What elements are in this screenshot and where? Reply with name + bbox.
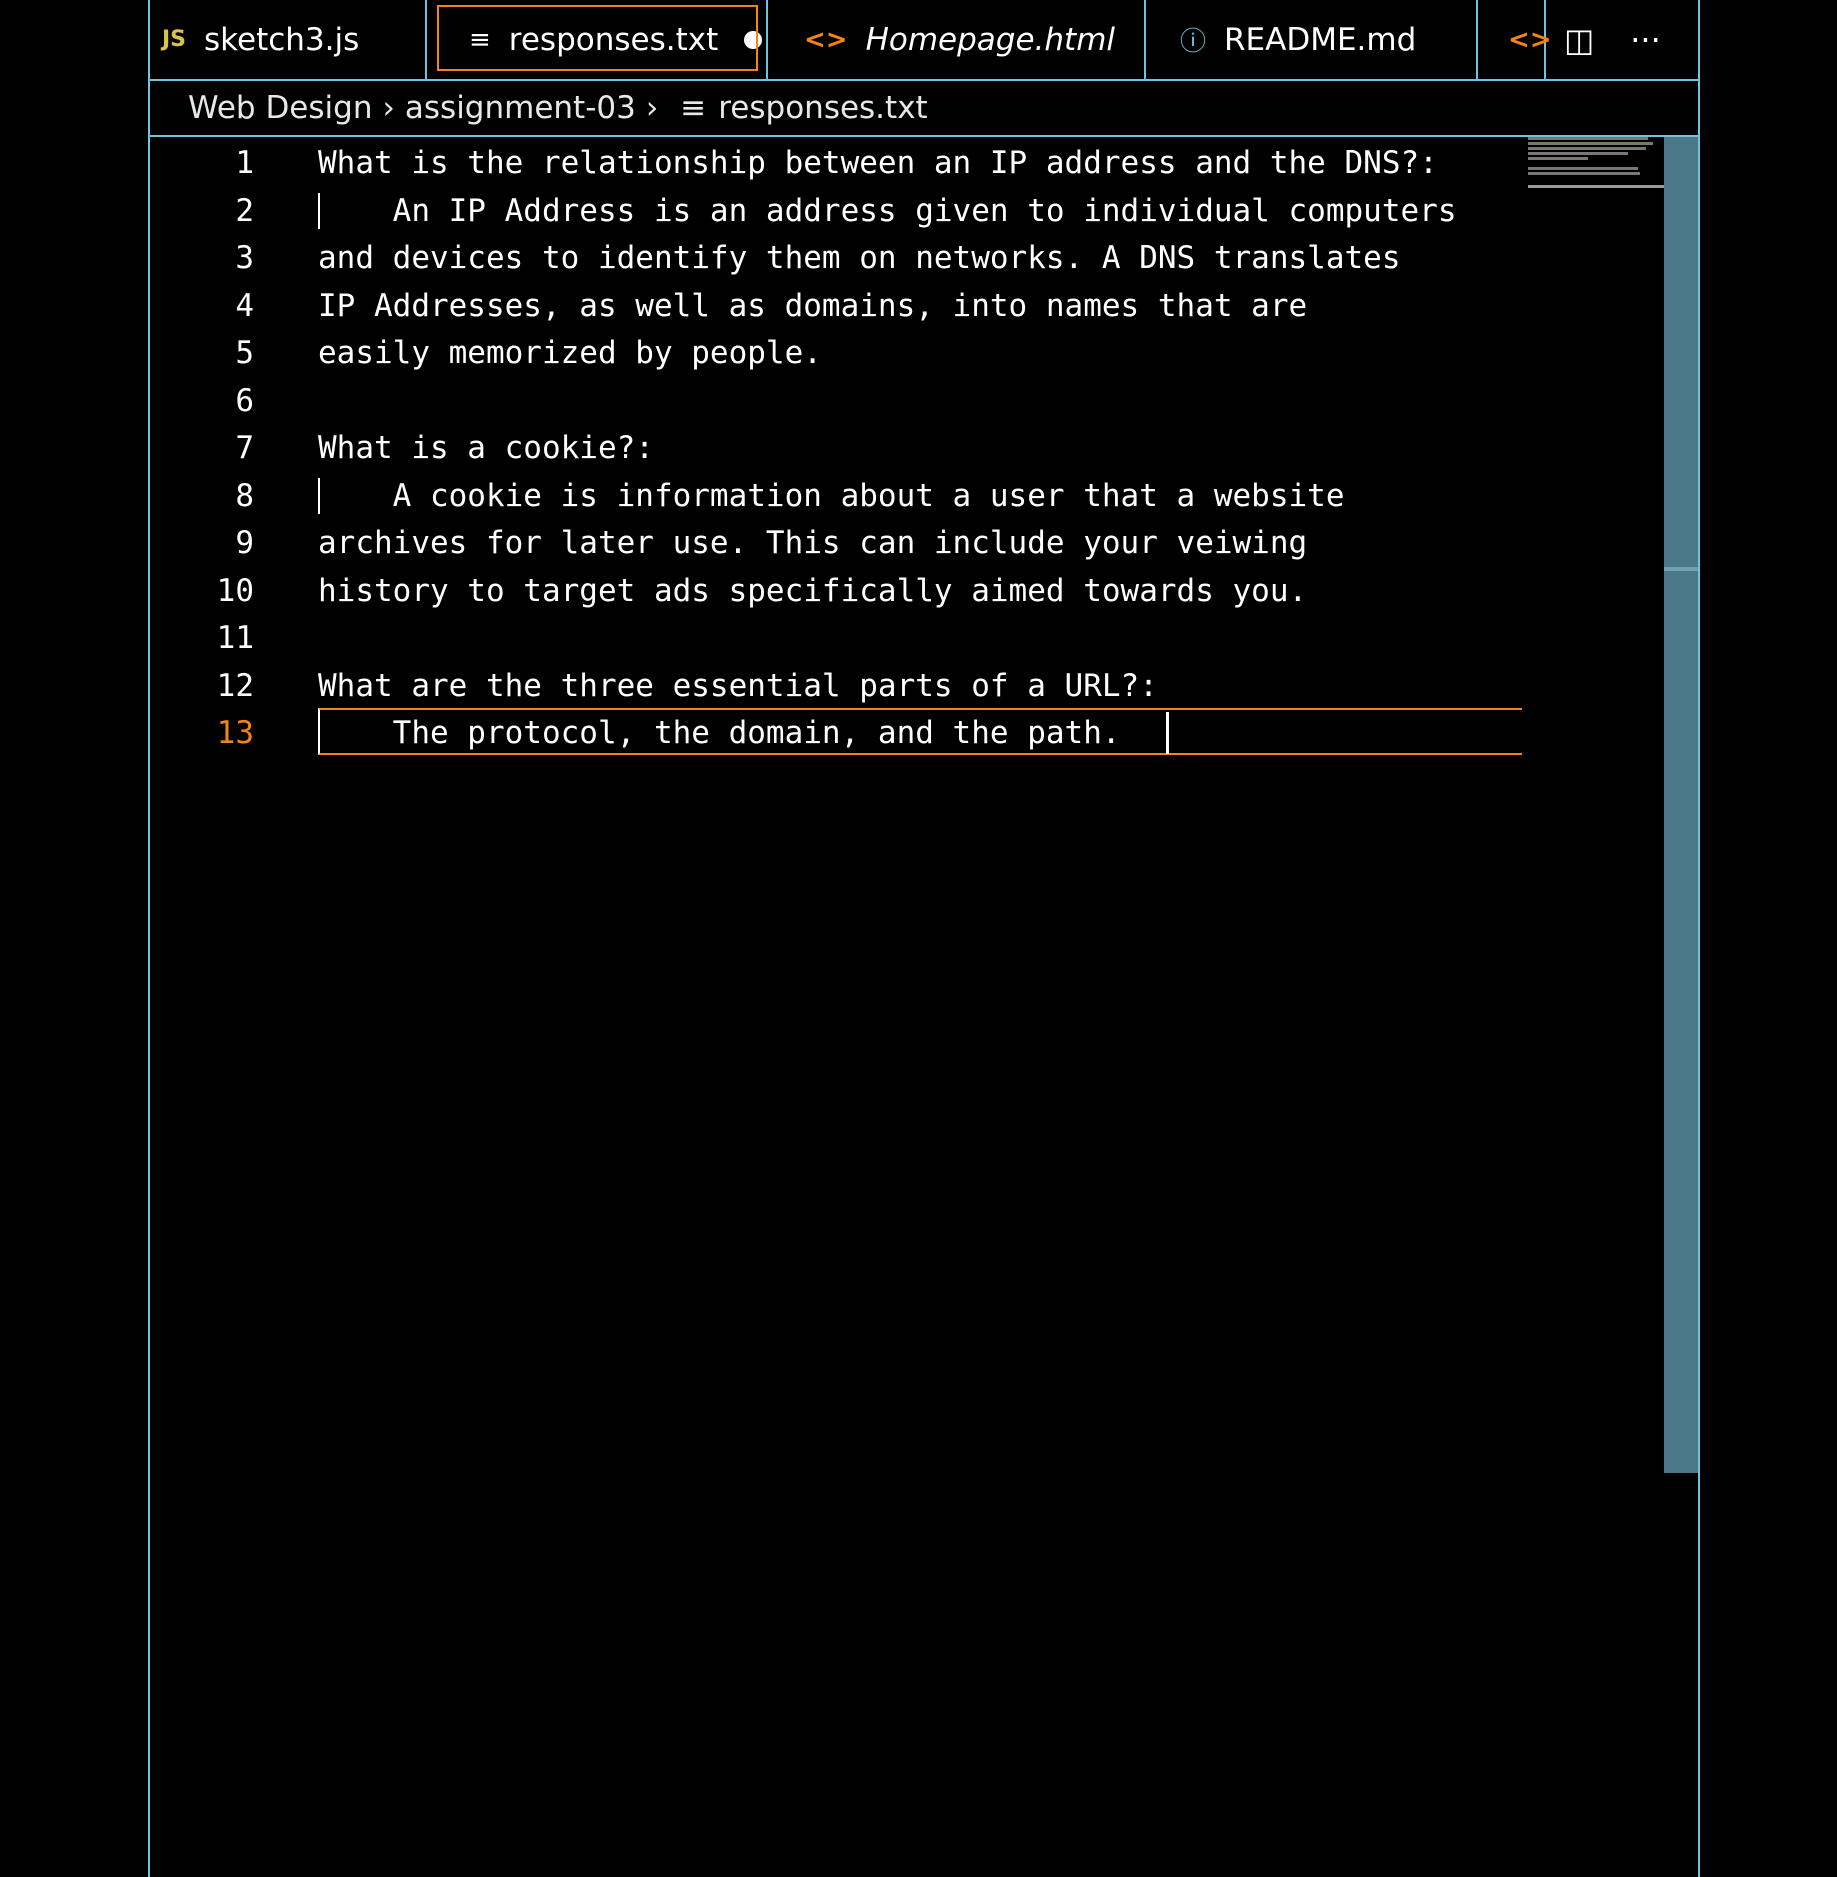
info-icon: ⓘ [1180,27,1207,57]
line-number: 3 [235,240,254,276]
minimap-slider[interactable] [1528,185,1668,188]
line-number: 5 [235,335,254,371]
minimap-line [1528,137,1648,140]
code-editor[interactable]: 1 What is the relationship between an IP … [150,137,1698,1877]
line-text: The protocol, the domain, and the path. [318,715,1140,751]
vertical-scrollbar[interactable] [1664,137,1698,1473]
code-line[interactable]: 10 history to target ads specifically aim… [150,567,1520,615]
text-cursor [1166,712,1169,754]
code-line[interactable]: 5 easily memorized by people. [150,329,1520,377]
tab-label: Homepage.html [865,21,1116,58]
line-number: 4 [235,288,254,324]
split-editor-icon[interactable]: ◫ [1564,21,1594,59]
tab-label: README.md [1224,21,1417,58]
line-text: What is the relationship between an IP a… [318,145,1438,181]
code-line[interactable]: 3 and devices to identify them on network… [150,234,1520,282]
html-file-icon: <> [1508,24,1552,55]
chevron-right-icon: › [645,90,659,126]
minimap-line [1528,167,1638,170]
tab-responses-txt[interactable]: ≡ responses.txt [427,0,768,79]
line-text: What are the three essential parts of a … [318,668,1158,704]
line-text: An IP Address is an address given to ind… [318,193,1457,229]
code-line[interactable]: 12 What are the three essential parts of … [150,662,1520,710]
breadcrumb: Web Design › assignment-03 › ≡ responses… [150,81,1698,137]
code-line[interactable]: 11 [150,614,1520,662]
html-file-icon: <> [804,24,848,55]
code-line[interactable]: 2 An IP Address is an address given to i… [150,187,1520,235]
minimap-line [1528,142,1653,145]
line-text: archives for later use. This can include… [318,525,1308,561]
code-line[interactable]: 7 What is a cookie?: [150,424,1520,472]
code-line[interactable]: 1 What is the relationship between an IP … [150,139,1520,187]
line-number: 11 [216,620,254,656]
code-line[interactable]: 4 IP Addresses, as well as domains, into … [150,282,1520,330]
line-text: IP Addresses, as well as domains, into n… [318,288,1308,324]
code-line[interactable]: 8 A cookie is information about a user t… [150,472,1520,520]
line-text: easily memorized by people. [318,335,822,371]
tab-overflow[interactable]: <> [1478,0,1552,79]
minimap-line [1528,157,1588,160]
line-number: 8 [235,478,254,514]
more-actions-icon[interactable]: ··· [1630,21,1661,59]
line-number: 6 [235,383,254,419]
javascript-file-icon: JS [162,27,187,52]
minimap-line [1528,152,1628,155]
line-text: history to target ads specifically aimed… [318,573,1308,609]
scrollbar-cursor-marker [1664,567,1698,571]
code-line-current[interactable]: 13 The protocol, the domain, and the pat… [150,709,1520,757]
line-number: 13 [216,715,254,751]
minimap-line [1528,172,1640,175]
breadcrumb-item[interactable]: responses.txt [718,90,927,126]
code-line[interactable]: 9 archives for later use. This can includ… [150,519,1520,567]
line-number: 1 [235,145,254,181]
tab-homepage-html[interactable]: <> Homepage.html [768,0,1146,79]
line-number: 12 [216,668,254,704]
minimap[interactable] [1528,137,1668,187]
line-number: 2 [235,193,254,229]
code-line[interactable]: 6 [150,377,1520,425]
tab-label: sketch3.js [204,21,360,58]
line-number: 7 [235,430,254,466]
minimap-line [1528,147,1646,150]
tab-sketch3-js[interactable]: JS sketch3.js [150,0,427,79]
line-text: and devices to identify them on networks… [318,240,1401,276]
breadcrumb-item[interactable]: assignment-03 [405,90,636,126]
tab-readme-md[interactable]: ⓘ README.md [1146,0,1478,79]
line-text: What is a cookie?: [318,430,654,466]
breadcrumb-item[interactable]: Web Design [188,90,372,126]
active-tab-frame [437,5,758,71]
editor-window: JS sketch3.js ≡ responses.txt <> Homepag… [148,0,1700,1877]
text-file-icon: ≡ [680,90,707,126]
line-number: 9 [235,525,254,561]
tab-bar: JS sketch3.js ≡ responses.txt <> Homepag… [150,0,1698,81]
minimap-line [1528,162,1568,165]
line-number: 10 [216,573,254,609]
chevron-right-icon: › [382,90,395,126]
line-text: A cookie is information about a user tha… [318,478,1345,514]
editor-actions: ◫ ··· [1546,0,1679,79]
